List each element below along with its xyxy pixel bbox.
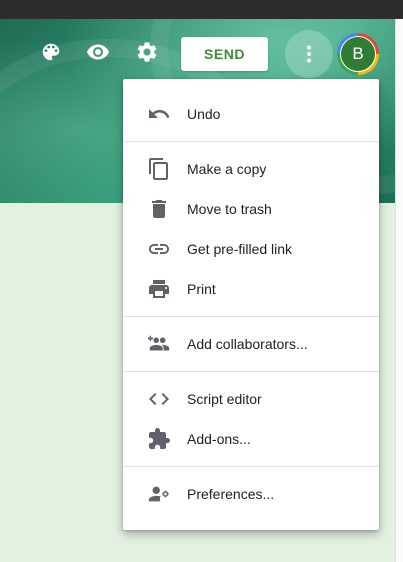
account-avatar-button[interactable]: B	[337, 33, 379, 75]
avatar: B	[340, 36, 376, 72]
menu-divider	[123, 466, 379, 467]
menu-divider	[123, 371, 379, 372]
add-people-icon	[147, 332, 171, 356]
page-scrollbar[interactable]	[395, 19, 403, 562]
menu-item-label: Add-ons...	[187, 431, 251, 447]
menu-item-label: Add collaborators...	[187, 336, 308, 352]
link-icon	[147, 237, 171, 261]
menu-item-label: Preferences...	[187, 486, 275, 502]
menu-item-add-collaborators[interactable]: Add collaborators...	[123, 324, 379, 364]
menu-item-label: Script editor	[187, 391, 262, 407]
gear-icon[interactable]	[133, 38, 161, 66]
menu-item-script-editor[interactable]: Script editor	[123, 379, 379, 419]
menu-item-make-a-copy[interactable]: Make a copy	[123, 149, 379, 189]
menu-item-label: Undo	[187, 106, 221, 122]
puzzle-icon	[147, 427, 171, 451]
menu-item-label: Move to trash	[187, 201, 272, 217]
menu-item-label: Make a copy	[187, 161, 267, 177]
menu-item-undo[interactable]: Undo	[123, 94, 379, 134]
more-options-button[interactable]	[285, 30, 333, 78]
menu-item-print[interactable]: Print	[123, 269, 379, 309]
menu-item-move-to-trash[interactable]: Move to trash	[123, 189, 379, 229]
send-button[interactable]: SEND	[181, 37, 268, 71]
more-options-menu: Undo Make a copy Move to trash Get pre-f…	[123, 79, 379, 530]
menu-divider	[123, 316, 379, 317]
more-vert-icon	[307, 45, 311, 63]
code-icon	[147, 387, 171, 411]
menu-item-label: Print	[187, 281, 216, 297]
menu-divider	[123, 141, 379, 142]
undo-icon	[147, 102, 171, 126]
print-icon	[147, 277, 171, 301]
eye-icon[interactable]	[84, 38, 112, 66]
palette-icon[interactable]	[37, 38, 65, 66]
menu-item-label: Get pre-filled link	[187, 241, 293, 257]
menu-item-preferences[interactable]: Preferences...	[123, 474, 379, 514]
copy-icon	[147, 157, 171, 181]
menu-item-add-ons[interactable]: Add-ons...	[123, 419, 379, 459]
trash-icon	[147, 197, 171, 221]
browser-top-bar	[0, 0, 403, 19]
menu-item-get-prefilled-link[interactable]: Get pre-filled link	[123, 229, 379, 269]
person-settings-icon	[147, 482, 171, 506]
